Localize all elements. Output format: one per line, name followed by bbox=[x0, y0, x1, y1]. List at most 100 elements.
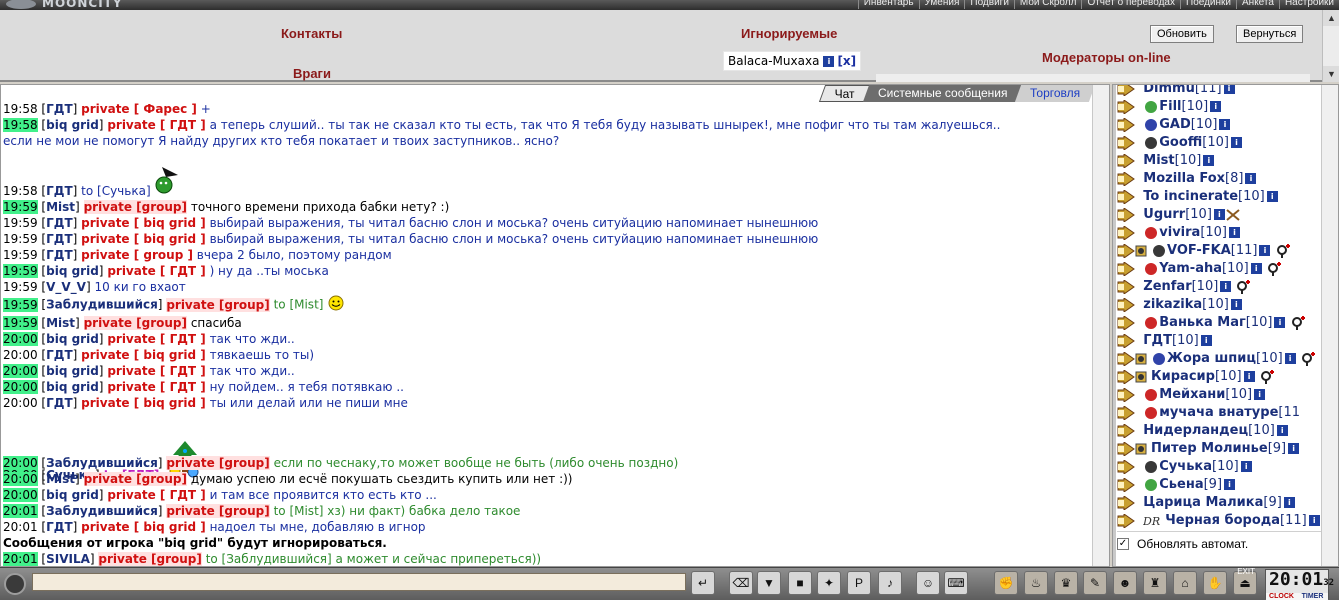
top-menu-item[interactable]: Мой Скролл bbox=[1013, 0, 1082, 9]
header-scrollbar[interactable]: ▲ ▼ bbox=[1322, 10, 1339, 82]
online-user-name[interactable]: Gooffi bbox=[1159, 135, 1202, 150]
lion-icon[interactable]: ♛ bbox=[1054, 571, 1078, 595]
message-author[interactable]: Заблудившийся bbox=[46, 504, 158, 518]
message-author[interactable]: ГДТ bbox=[46, 232, 73, 246]
online-user-name[interactable]: Нидерландец bbox=[1143, 423, 1248, 438]
online-user-row[interactable]: Кирасир[10] i bbox=[1117, 368, 1275, 387]
auto-refresh-checkbox[interactable]: ✓ bbox=[1117, 537, 1129, 550]
info-icon[interactable]: i bbox=[1240, 461, 1252, 472]
info-icon[interactable]: i bbox=[1219, 119, 1231, 130]
private-message-icon[interactable] bbox=[1117, 152, 1135, 169]
online-user-name[interactable]: мучача внатуре bbox=[1159, 405, 1278, 420]
info-icon[interactable]: i bbox=[1274, 317, 1286, 328]
top-menu-item[interactable]: Подвиги bbox=[964, 0, 1014, 9]
private-target[interactable]: private [ biq grid ] bbox=[81, 216, 206, 230]
private-message-icon[interactable] bbox=[1117, 440, 1135, 457]
info-icon[interactable]: i bbox=[1230, 299, 1242, 310]
message-author[interactable]: biq grid bbox=[46, 118, 99, 132]
message-author[interactable]: biq grid bbox=[46, 332, 99, 346]
info-icon[interactable]: i bbox=[1213, 209, 1225, 220]
fist-icon[interactable]: ✊ bbox=[994, 571, 1018, 595]
info-icon[interactable]: i bbox=[1210, 101, 1222, 112]
private-message-icon[interactable] bbox=[1117, 242, 1135, 259]
message-author[interactable]: biq grid bbox=[46, 380, 99, 394]
tab-system-messages[interactable]: Системные сообщения bbox=[863, 85, 1023, 102]
online-user-row[interactable]: Сучька[10] i bbox=[1117, 458, 1252, 477]
private-target[interactable]: private [ ГДТ ] bbox=[107, 332, 205, 346]
info-icon[interactable]: i bbox=[1283, 497, 1295, 508]
private-target[interactable]: private [ biq grid ] bbox=[81, 396, 206, 410]
online-user-name[interactable]: Кирасир bbox=[1151, 369, 1215, 384]
private-target[interactable]: private [ ГДТ ] bbox=[107, 364, 205, 378]
message-author[interactable]: Заблудившийся bbox=[46, 456, 158, 470]
private-target[interactable]: private [ biq grid ] bbox=[81, 520, 206, 534]
translit-icon[interactable]: ⌨ bbox=[944, 571, 968, 595]
info-icon[interactable]: i bbox=[1259, 245, 1271, 256]
scroll-down-icon[interactable]: ▼ bbox=[1323, 66, 1339, 82]
online-user-row[interactable]: Сьена[9] i bbox=[1117, 476, 1236, 495]
private-target[interactable]: private [group] bbox=[83, 200, 188, 214]
online-user-row[interactable]: Ugurr[10] i bbox=[1117, 206, 1241, 225]
online-user-row[interactable]: ГДТ[10] i bbox=[1117, 332, 1212, 351]
info-icon[interactable]: i bbox=[1250, 263, 1262, 274]
online-user-name[interactable]: Жора шпиц bbox=[1167, 351, 1256, 366]
private-target[interactable]: private [ biq grid ] bbox=[81, 348, 206, 362]
private-message-icon[interactable] bbox=[1117, 206, 1135, 223]
online-user-name[interactable]: zikazika bbox=[1143, 297, 1202, 312]
message-author[interactable]: ГДТ bbox=[46, 216, 73, 230]
remove-ignore-button[interactable]: [x] bbox=[837, 54, 856, 68]
clock-tab[interactable]: CLOCK bbox=[1266, 593, 1297, 600]
top-menu-item[interactable]: Поединки bbox=[1180, 0, 1236, 9]
info-icon[interactable]: i bbox=[1276, 425, 1288, 436]
online-scrollbar[interactable] bbox=[1321, 85, 1338, 566]
private-target[interactable]: private [group] bbox=[166, 456, 270, 470]
pages-icon[interactable]: P bbox=[847, 571, 871, 595]
info-icon[interactable]: i bbox=[1200, 335, 1212, 346]
info-icon[interactable]: i bbox=[1229, 227, 1240, 238]
online-user-name[interactable]: Mozilla Fox bbox=[1143, 171, 1225, 186]
online-user-row[interactable]: VOF-FKA[11] i bbox=[1117, 242, 1291, 261]
private-target[interactable]: private [group] bbox=[83, 316, 188, 330]
private-message-icon[interactable] bbox=[1117, 278, 1135, 295]
private-message-icon[interactable] bbox=[1117, 260, 1135, 277]
info-icon[interactable]: i bbox=[1243, 371, 1255, 382]
online-user-name[interactable]: VOF-FKA bbox=[1167, 243, 1231, 258]
panel-grip[interactable] bbox=[1113, 85, 1116, 566]
online-user-row[interactable]: DR Черная борода[11] i bbox=[1117, 512, 1320, 531]
scroll-up-icon[interactable]: ▲ bbox=[1323, 10, 1339, 26]
info-icon[interactable]: i bbox=[1308, 515, 1320, 526]
info-icon[interactable]: i bbox=[1284, 353, 1296, 364]
private-target[interactable]: private [group] bbox=[83, 472, 188, 486]
private-target[interactable]: private [ group ] bbox=[81, 248, 193, 262]
microphone-icon[interactable] bbox=[4, 573, 26, 595]
scroll-icon[interactable]: ✎ bbox=[1083, 571, 1107, 595]
timer-tab[interactable]: TIMER bbox=[1297, 593, 1328, 600]
online-user-name[interactable]: GAD bbox=[1159, 117, 1191, 132]
private-target[interactable]: private [ Фарес ] bbox=[81, 102, 197, 116]
private-message-icon[interactable] bbox=[1117, 404, 1135, 421]
online-user-row[interactable]: Mist[10] i bbox=[1117, 152, 1215, 171]
message-author[interactable]: ГДТ bbox=[46, 102, 73, 116]
online-user-name[interactable]: Zenfar bbox=[1143, 279, 1191, 294]
private-message-icon[interactable] bbox=[1117, 332, 1135, 349]
info-icon[interactable]: i bbox=[1288, 443, 1300, 454]
private-message-icon[interactable] bbox=[1117, 458, 1135, 475]
ignored-player-name[interactable]: Balaca-Muxaxa bbox=[728, 54, 819, 68]
message-author[interactable]: ГДТ bbox=[46, 184, 73, 198]
online-user-name[interactable]: Ванька Маг bbox=[1159, 315, 1246, 330]
message-author[interactable]: ГДТ bbox=[46, 248, 73, 262]
private-message-icon[interactable] bbox=[1117, 476, 1135, 493]
gloves-icon[interactable]: ✋ bbox=[1203, 571, 1227, 595]
private-message-icon[interactable] bbox=[1117, 368, 1135, 385]
message-author[interactable]: ГДТ bbox=[46, 348, 73, 362]
private-message-icon[interactable] bbox=[1117, 224, 1135, 241]
private-message-icon[interactable] bbox=[1117, 386, 1135, 403]
private-target[interactable]: private [group] bbox=[166, 297, 270, 312]
private-message-icon[interactable] bbox=[1117, 116, 1135, 133]
recipient[interactable]: to [Сучька] bbox=[81, 184, 150, 198]
online-user-name[interactable]: vivira bbox=[1159, 225, 1200, 240]
online-user-row[interactable]: мучача внатуре[11 bbox=[1117, 404, 1300, 423]
online-user-name[interactable]: Мейхани bbox=[1159, 387, 1225, 402]
online-user-row[interactable]: Gooffi[10] i bbox=[1117, 134, 1242, 153]
message-author[interactable]: Mist bbox=[46, 200, 75, 214]
